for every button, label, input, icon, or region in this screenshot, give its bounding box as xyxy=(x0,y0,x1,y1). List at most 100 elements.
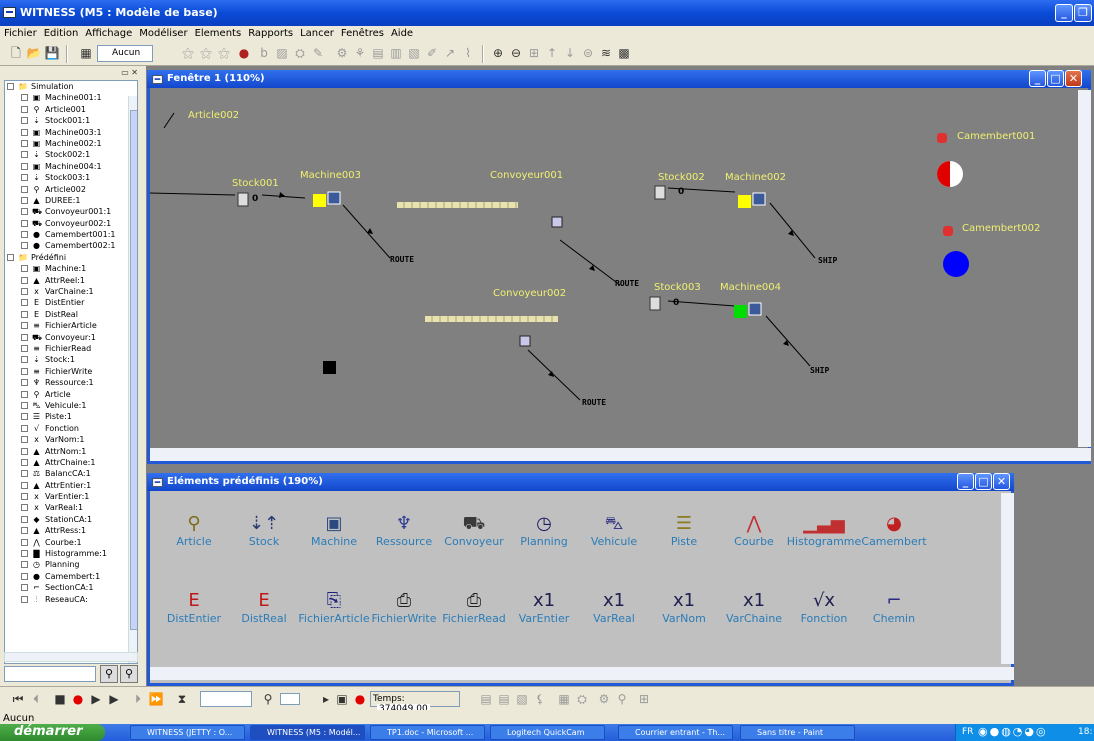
tree-checkbox[interactable] xyxy=(21,219,28,227)
tree-item[interactable]: ⛟ Convoyeur002:1 xyxy=(5,218,137,229)
align-icon[interactable]: ⊞ xyxy=(526,45,542,61)
tree-checkbox[interactable] xyxy=(21,515,28,523)
play-icon[interactable]: ▸ xyxy=(318,691,334,707)
batch-icon[interactable]: ▣ xyxy=(334,691,350,707)
language-indicator[interactable]: FR xyxy=(962,727,973,737)
tree-item[interactable]: √ Fonction xyxy=(5,423,137,434)
win2-close-button[interactable]: ✕ xyxy=(993,473,1010,490)
tree-item[interactable]: ⋀ Courbe:1 xyxy=(5,537,137,548)
tree-checkbox[interactable] xyxy=(21,185,28,193)
tree-item[interactable]: ⇣ Stock003:1 xyxy=(5,172,137,183)
tree-hscrollbar[interactable] xyxy=(4,652,138,662)
report-i-icon[interactable]: ⊞ xyxy=(636,691,652,707)
menu-elements[interactable]: Elements xyxy=(191,26,245,39)
predefined-element-varnom[interactable]: x1 VarNom xyxy=(644,590,724,625)
tray-icons[interactable]: ◉●◍◔◕◎ xyxy=(978,725,1048,738)
tree-checkbox[interactable] xyxy=(21,344,28,352)
tree-checkbox[interactable] xyxy=(21,356,28,364)
predefined-element-stock[interactable]: ⇣⇡ Stock xyxy=(224,513,304,548)
tree-item[interactable]: ▲ AttrChaine:1 xyxy=(5,457,137,468)
predefined-element-varchaine[interactable]: x1 VarChaine xyxy=(714,590,794,625)
report-d-icon[interactable]: ⚸ xyxy=(532,691,548,707)
zoom-in-icon[interactable]: ⊕ xyxy=(490,45,506,61)
speed-icon[interactable]: ⚲ xyxy=(260,691,276,707)
tree-checkbox[interactable] xyxy=(21,367,28,375)
predefined-element-camembert[interactable]: ◕ Camembert xyxy=(854,513,934,548)
layout-canvas[interactable] xyxy=(150,88,1085,448)
tree-item[interactable]: ⇣ Stock002:1 xyxy=(5,149,137,160)
tree-item[interactable]: ⚖ BalancCA:1 xyxy=(5,468,137,479)
tree-item[interactable]: ⇣ Stock:1 xyxy=(5,354,137,365)
tree-item[interactable]: 📁 Prédéfini xyxy=(5,252,137,263)
menu-affichage[interactable]: Affichage xyxy=(81,26,135,39)
stock002-icon[interactable] xyxy=(654,185,666,200)
menu-fenetres[interactable]: Fenêtres xyxy=(337,26,387,39)
tree-item[interactable]: 📁 Simulation xyxy=(5,81,137,92)
tree-item[interactable]: ▣ Machine001:1 xyxy=(5,92,137,103)
up-icon[interactable]: ↑ xyxy=(544,45,560,61)
tree-item[interactable]: ▇ Histogramme:1 xyxy=(5,548,137,559)
layout-hscrollbar[interactable] xyxy=(150,448,1091,461)
tree-checkbox[interactable] xyxy=(21,481,28,489)
tree-item[interactable]: ♆ Ressource:1 xyxy=(5,377,137,388)
tree-checkbox[interactable] xyxy=(21,458,28,466)
menu-rapports[interactable]: Rapports xyxy=(244,26,296,39)
predefined-element-vehicule[interactable]: ⛍ Vehicule xyxy=(574,513,654,548)
task-word[interactable]: TP1.doc - Microsoft ... xyxy=(370,725,485,740)
tree-item[interactable]: ● Camembert002:1 xyxy=(5,240,137,251)
predefined-element-histogramme[interactable]: ▁▃▅ Histogramme xyxy=(784,513,864,548)
menu-edition[interactable]: Edition xyxy=(40,26,82,39)
tree-item[interactable]: ◆ StationCA:1 xyxy=(5,514,137,525)
tree-checkbox[interactable] xyxy=(21,265,28,273)
tree-checkbox[interactable] xyxy=(21,424,28,432)
machine003-icon[interactable] xyxy=(327,191,341,205)
report-b-icon[interactable]: ▤ xyxy=(496,691,512,707)
report-h-icon[interactable]: ⚲ xyxy=(614,691,630,707)
tree-checkbox[interactable] xyxy=(21,504,28,512)
tree-checkbox[interactable] xyxy=(21,242,28,250)
predefined-hscrollbar[interactable] xyxy=(150,667,1014,680)
settings-icon[interactable]: ≋ xyxy=(598,45,614,61)
task-witness-jetty[interactable]: WITNESS (JETTY : O... xyxy=(130,725,245,740)
tool-b-icon[interactable]: ⚘ xyxy=(352,45,368,61)
tree-item[interactable]: x VarChaine:1 xyxy=(5,286,137,297)
tree-checkbox[interactable] xyxy=(21,379,28,387)
tree-checkbox[interactable] xyxy=(21,322,28,330)
predefined-vscrollbar[interactable] xyxy=(1001,493,1014,664)
predefined-element-distentier[interactable]: E DistEntier xyxy=(154,590,234,625)
tree-item[interactable]: ⚲ Article xyxy=(5,389,137,400)
tree-checkbox[interactable] xyxy=(21,447,28,455)
color-icon[interactable]: ● xyxy=(236,45,252,61)
tree-item[interactable]: x VarReal:1 xyxy=(5,502,137,513)
fast-forward-icon[interactable]: ⏩ xyxy=(148,691,164,707)
tree-checkbox[interactable] xyxy=(21,128,28,136)
open-folder-icon[interactable]: 📂 xyxy=(26,45,42,61)
tree-item[interactable]: ⌐ SectionCA:1 xyxy=(5,582,137,593)
menu-aide[interactable]: Aide xyxy=(387,26,416,39)
convoyeur001-belt[interactable] xyxy=(397,202,518,208)
record-icon[interactable]: ● xyxy=(70,691,86,707)
element-type-icon[interactable]: ▦ xyxy=(78,45,94,61)
tree-checkbox[interactable] xyxy=(21,584,28,592)
win1-maximize-button[interactable]: □ xyxy=(1047,70,1064,87)
tree-checkbox[interactable] xyxy=(21,561,28,569)
win2-minimize-button[interactable]: _ xyxy=(957,473,974,490)
tree-item[interactable]: ⚲ Article001 xyxy=(5,104,137,115)
tree-search-input[interactable] xyxy=(4,666,96,682)
layer-icon[interactable]: ⊜ xyxy=(580,45,596,61)
tree-item[interactable]: ▲ AttrReel:1 xyxy=(5,275,137,286)
step-back-icon[interactable]: ⏴ xyxy=(28,691,44,707)
predefined-element-ressource[interactable]: ♆ Ressource xyxy=(364,513,444,548)
element-select-input[interactable]: Aucun xyxy=(97,45,153,62)
step-icon[interactable]: ▶ xyxy=(88,691,104,707)
tree-item[interactable]: ⫶ ReseauCA: xyxy=(5,594,137,605)
tree-checkbox[interactable] xyxy=(21,139,28,147)
tree-checkbox[interactable] xyxy=(21,162,28,170)
machine002-icon[interactable] xyxy=(752,192,766,206)
run-until-input[interactable] xyxy=(200,691,252,707)
win1-close-button[interactable]: ✕ xyxy=(1065,70,1082,87)
predefined-element-machine[interactable]: ▣ Machine xyxy=(294,513,374,548)
tree-checkbox[interactable] xyxy=(21,231,28,239)
tree-checkbox[interactable] xyxy=(21,538,28,546)
tree-checkbox[interactable] xyxy=(21,276,28,284)
